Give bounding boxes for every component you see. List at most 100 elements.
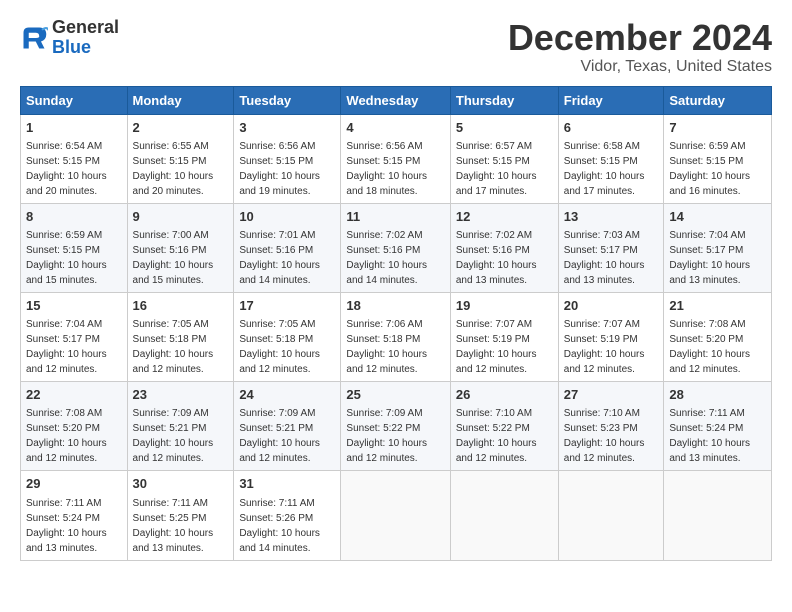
calendar-header-cell: Wednesday [341, 86, 450, 114]
day-info: Sunrise: 6:56 AMSunset: 5:15 PMDaylight:… [346, 141, 427, 197]
day-info: Sunrise: 7:10 AMSunset: 5:23 PMDaylight:… [564, 408, 645, 464]
calendar-day-cell: 7Sunrise: 6:59 AMSunset: 5:15 PMDaylight… [664, 114, 772, 203]
calendar-day-cell: 19Sunrise: 7:07 AMSunset: 5:19 PMDayligh… [450, 292, 558, 381]
calendar-day-cell: 13 Sunrise: 7:03 AMSunset: 5:17 PMDayligh… [558, 203, 664, 292]
day-number: 18 [346, 297, 444, 315]
day-info: Sunrise: 7:03 AMSunset: 5:17 PMDaylight:… [564, 230, 645, 286]
day-info: Sunrise: 7:07 AMSunset: 5:19 PMDaylight:… [564, 319, 645, 375]
calendar-day-cell: 1 Sunrise: 6:54 AMSunset: 5:15 PMDaylight… [21, 114, 128, 203]
calendar-day-cell: 3 Sunrise: 6:56 AMSunset: 5:15 PMDaylight… [234, 114, 341, 203]
day-info: Sunrise: 7:05 AMSunset: 5:18 PMDaylight:… [239, 319, 320, 375]
calendar-day-cell: 6 Sunrise: 6:58 AMSunset: 5:15 PMDaylight… [558, 114, 664, 203]
day-info: Sunrise: 6:58 AMSunset: 5:15 PMDaylight:… [564, 141, 645, 197]
calendar-header-cell: Saturday [664, 86, 772, 114]
calendar-day-cell: 2 Sunrise: 6:55 AMSunset: 5:15 PMDaylight… [127, 114, 234, 203]
day-number: 1 [26, 119, 122, 137]
calendar-day-cell: 5 Sunrise: 6:57 AMSunset: 5:15 PMDaylight… [450, 114, 558, 203]
day-number: 30 [133, 475, 229, 493]
day-number: 3 [239, 119, 335, 137]
day-number: 15 [26, 297, 122, 315]
day-number: 26 [456, 386, 553, 404]
calendar-day-cell: 29Sunrise: 7:11 AMSunset: 5:24 PMDayligh… [21, 471, 128, 560]
calendar-day-cell: 30 Sunrise: 7:11 AMSunset: 5:25 PMDayligh… [127, 471, 234, 560]
day-info: Sunrise: 7:09 AMSunset: 5:22 PMDaylight:… [346, 408, 427, 464]
day-number: 13 [564, 208, 659, 226]
day-number: 9 [133, 208, 229, 226]
calendar-week-row: 15 Sunrise: 7:04 AMSunset: 5:17 PMDayligh… [21, 292, 772, 381]
calendar-day-cell: 28 Sunrise: 7:11 AMSunset: 5:24 PMDayligh… [664, 382, 772, 471]
month-title: December 2024 [508, 18, 772, 58]
day-info: Sunrise: 7:00 AMSunset: 5:16 PMDaylight:… [133, 230, 214, 286]
calendar-day-cell: 24 Sunrise: 7:09 AMSunset: 5:21 PMDayligh… [234, 382, 341, 471]
calendar-day-cell [450, 471, 558, 560]
day-info: Sunrise: 7:08 AMSunset: 5:20 PMDaylight:… [669, 319, 750, 375]
calendar-header: SundayMondayTuesdayWednesdayThursdayFrid… [21, 86, 772, 114]
calendar-day-cell: 8Sunrise: 6:59 AMSunset: 5:15 PMDaylight… [21, 203, 128, 292]
day-number: 31 [239, 475, 335, 493]
calendar-week-row: 29Sunrise: 7:11 AMSunset: 5:24 PMDayligh… [21, 471, 772, 560]
day-info: Sunrise: 6:54 AMSunset: 5:15 PMDaylight:… [26, 141, 107, 197]
day-number: 12 [456, 208, 553, 226]
day-info: Sunrise: 7:10 AMSunset: 5:22 PMDaylight:… [456, 408, 537, 464]
calendar-day-cell [664, 471, 772, 560]
day-info: Sunrise: 7:06 AMSunset: 5:18 PMDaylight:… [346, 319, 427, 375]
day-info: Sunrise: 7:11 AMSunset: 5:26 PMDaylight:… [239, 498, 320, 554]
calendar-day-cell: 4Sunrise: 6:56 AMSunset: 5:15 PMDaylight… [341, 114, 450, 203]
calendar-day-cell: 10Sunrise: 7:01 AMSunset: 5:16 PMDayligh… [234, 203, 341, 292]
calendar-day-cell: 12 Sunrise: 7:02 AMSunset: 5:16 PMDayligh… [450, 203, 558, 292]
calendar-day-cell: 25 Sunrise: 7:09 AMSunset: 5:22 PMDayligh… [341, 382, 450, 471]
calendar-week-row: 8Sunrise: 6:59 AMSunset: 5:15 PMDaylight… [21, 203, 772, 292]
calendar-day-cell: 27Sunrise: 7:10 AMSunset: 5:23 PMDayligh… [558, 382, 664, 471]
day-info: Sunrise: 7:09 AMSunset: 5:21 PMDaylight:… [133, 408, 214, 464]
calendar-day-cell [341, 471, 450, 560]
day-info: Sunrise: 6:55 AMSunset: 5:15 PMDaylight:… [133, 141, 214, 197]
day-info: Sunrise: 6:57 AMSunset: 5:15 PMDaylight:… [456, 141, 537, 197]
day-number: 14 [669, 208, 766, 226]
location-title: Vidor, Texas, United States [508, 58, 772, 76]
day-number: 21 [669, 297, 766, 315]
day-number: 7 [669, 119, 766, 137]
calendar-header-cell: Tuesday [234, 86, 341, 114]
calendar-header-cell: Monday [127, 86, 234, 114]
calendar-table: SundayMondayTuesdayWednesdayThursdayFrid… [20, 86, 772, 561]
day-number: 5 [456, 119, 553, 137]
day-number: 2 [133, 119, 229, 137]
logo-icon [20, 24, 48, 52]
calendar-day-cell: 23Sunrise: 7:09 AMSunset: 5:21 PMDayligh… [127, 382, 234, 471]
day-info: Sunrise: 7:07 AMSunset: 5:19 PMDaylight:… [456, 319, 537, 375]
day-info: Sunrise: 7:11 AMSunset: 5:24 PMDaylight:… [669, 408, 750, 464]
day-info: Sunrise: 7:09 AMSunset: 5:21 PMDaylight:… [239, 408, 320, 464]
calendar-header-cell: Thursday [450, 86, 558, 114]
day-number: 25 [346, 386, 444, 404]
day-info: Sunrise: 7:04 AMSunset: 5:17 PMDaylight:… [26, 319, 107, 375]
calendar-day-cell: 26 Sunrise: 7:10 AMSunset: 5:22 PMDayligh… [450, 382, 558, 471]
main-container: General Blue December 2024 Vidor, Texas,… [0, 0, 792, 571]
day-info: Sunrise: 7:11 AMSunset: 5:24 PMDaylight:… [26, 498, 107, 554]
day-info: Sunrise: 7:02 AMSunset: 5:16 PMDaylight:… [456, 230, 537, 286]
calendar-header-cell: Sunday [21, 86, 128, 114]
day-number: 6 [564, 119, 659, 137]
calendar-day-cell: 11Sunrise: 7:02 AMSunset: 5:16 PMDayligh… [341, 203, 450, 292]
calendar-day-cell: 21 Sunrise: 7:08 AMSunset: 5:20 PMDayligh… [664, 292, 772, 381]
calendar-body: 1 Sunrise: 6:54 AMSunset: 5:15 PMDaylight… [21, 114, 772, 560]
logo-text: General Blue [52, 18, 119, 58]
calendar-day-cell: 16Sunrise: 7:05 AMSunset: 5:18 PMDayligh… [127, 292, 234, 381]
day-number: 24 [239, 386, 335, 404]
day-number: 28 [669, 386, 766, 404]
day-number: 22 [26, 386, 122, 404]
calendar-day-cell: 14 Sunrise: 7:04 AMSunset: 5:17 PMDayligh… [664, 203, 772, 292]
calendar-week-row: 22 Sunrise: 7:08 AMSunset: 5:20 PMDayligh… [21, 382, 772, 471]
calendar-day-cell [558, 471, 664, 560]
day-info: Sunrise: 6:56 AMSunset: 5:15 PMDaylight:… [239, 141, 320, 197]
day-number: 11 [346, 208, 444, 226]
day-info: Sunrise: 7:04 AMSunset: 5:17 PMDaylight:… [669, 230, 750, 286]
day-number: 8 [26, 208, 122, 226]
day-info: Sunrise: 7:08 AMSunset: 5:20 PMDaylight:… [26, 408, 107, 464]
calendar-day-cell: 31 Sunrise: 7:11 AMSunset: 5:26 PMDayligh… [234, 471, 341, 560]
calendar-day-cell: 20Sunrise: 7:07 AMSunset: 5:19 PMDayligh… [558, 292, 664, 381]
calendar-header-cell: Friday [558, 86, 664, 114]
day-info: Sunrise: 7:11 AMSunset: 5:25 PMDaylight:… [133, 498, 214, 554]
calendar-day-cell: 22 Sunrise: 7:08 AMSunset: 5:20 PMDayligh… [21, 382, 128, 471]
calendar-day-cell: 18 Sunrise: 7:06 AMSunset: 5:18 PMDayligh… [341, 292, 450, 381]
day-number: 16 [133, 297, 229, 315]
